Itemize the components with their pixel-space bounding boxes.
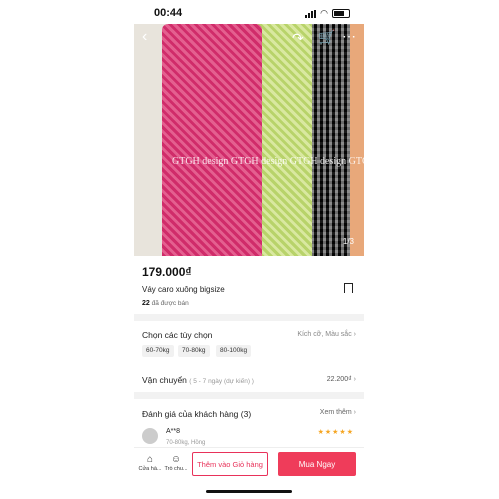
- reviews-see-more[interactable]: Xem thêm ›: [320, 409, 356, 416]
- sold-count: 22 đã được bán: [142, 300, 189, 307]
- more-icon[interactable]: ⋯: [342, 28, 356, 45]
- product-image-gallery[interactable]: GTGH design GTGH design GTGH design GTGH…: [134, 24, 364, 256]
- chevron-right-icon: ›: [353, 331, 356, 338]
- chat-label: Trò chu...: [164, 466, 188, 472]
- status-bar: 00:44 ◠: [134, 0, 364, 24]
- chevron-right-icon: ›: [353, 409, 356, 416]
- shop-button[interactable]: ⌂ Cửa hà...: [137, 454, 163, 472]
- chat-icon: ☺: [170, 454, 182, 465]
- add-to-cart-button[interactable]: Thêm vào Giỏ hàng: [192, 452, 268, 476]
- shop-icon: ⌂: [146, 454, 154, 465]
- reviewer-avatar: [142, 428, 158, 444]
- chat-button[interactable]: ☺ Trò chu...: [163, 454, 189, 472]
- back-icon[interactable]: ‹: [142, 28, 147, 46]
- shipping-fee-row[interactable]: 22.200₫ ›: [327, 376, 356, 383]
- product-photo-dress-peach: [348, 24, 364, 256]
- buy-now-button[interactable]: Mua Ngay: [278, 452, 356, 476]
- size-option[interactable]: 70-80kg: [178, 345, 210, 357]
- shipping-fee: 22.200₫: [326, 376, 352, 383]
- shop-label: Cửa hà...: [138, 466, 162, 472]
- shipping-eta: ( 5 - 7 ngày (dự kiến) ): [189, 378, 254, 385]
- section-divider: [134, 314, 364, 321]
- product-price: 179.000₫: [142, 265, 192, 279]
- product-photo-dress-red: [162, 24, 262, 256]
- phone-screen: 00:44 ◠ GTGH design GTGH design GTGH des…: [134, 0, 364, 499]
- status-time: 00:44: [154, 7, 183, 19]
- shipping-title: Vận chuyển: [142, 375, 187, 385]
- size-option[interactable]: 80-100kg: [216, 345, 252, 357]
- sold-number: 22: [142, 300, 150, 307]
- chevron-right-icon: ›: [353, 376, 356, 383]
- shipping-row[interactable]: Vận chuyển ( 5 - 7 ngày (dự kiến) ): [142, 375, 254, 385]
- options-summary[interactable]: Kích cỡ, Màu sắc ›: [297, 331, 356, 338]
- reviews-title: Đánh giá của khách hàng (3): [142, 409, 252, 419]
- product-name: Váy caro xuông bigsize: [142, 285, 225, 294]
- rating-stars-icon: ★★★★★: [317, 429, 354, 436]
- status-icons: ◠: [305, 8, 350, 19]
- options-summary-text: Kích cỡ, Màu sắc: [297, 331, 352, 338]
- sold-label: đã được bán: [151, 300, 189, 307]
- wifi-icon: ◠: [320, 8, 328, 18]
- battery-icon: [332, 9, 350, 18]
- share-icon[interactable]: ↷: [292, 30, 304, 47]
- reviewer-variant: 70-80kg, Hồng: [166, 440, 206, 446]
- reviewer-name: A**8: [166, 428, 181, 435]
- see-more-label: Xem thêm: [319, 409, 352, 416]
- signal-icon: [305, 9, 317, 18]
- photo-watermark: GTGH design GTGH design GTGH design GTGH…: [172, 156, 364, 167]
- bottom-action-bar: ⌂ Cửa hà... ☺ Trò chu... Thêm vào Giỏ hà…: [134, 447, 364, 481]
- options-title[interactable]: Chọn các tùy chọn: [142, 330, 212, 340]
- section-divider: [134, 392, 364, 399]
- bookmark-icon[interactable]: [344, 283, 353, 293]
- cart-icon[interactable]: 🛒: [318, 29, 335, 46]
- size-option[interactable]: 60-70kg: [142, 345, 174, 357]
- image-counter: 1/3: [342, 237, 354, 246]
- home-indicator: [206, 490, 292, 493]
